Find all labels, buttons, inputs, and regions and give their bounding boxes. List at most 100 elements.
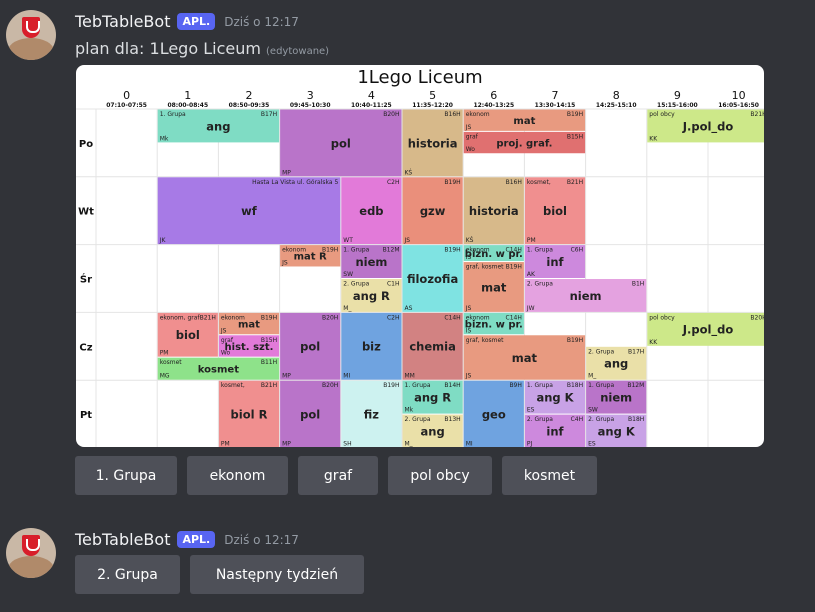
lesson-name: ang R — [414, 391, 451, 405]
lesson-teacher: PM — [160, 350, 169, 357]
lesson-room: B1H — [632, 281, 644, 288]
day-label: Cz — [79, 342, 92, 353]
lesson-group: ekonom — [466, 247, 490, 254]
lesson-name: ang K — [536, 391, 574, 405]
lesson-teacher: JS — [404, 237, 411, 244]
lesson-room: Hasta La Vista ul. Góralska 5 — [252, 179, 338, 186]
lesson-name: gzw — [420, 204, 446, 218]
lesson-room: B21H — [750, 111, 764, 118]
lesson-group: ekonom — [221, 314, 245, 321]
lesson-room: B19H — [261, 314, 277, 321]
lesson-teacher: M_ — [405, 441, 414, 448]
period-time: 11:35-12:20 — [412, 102, 453, 109]
bot-avatar[interactable] — [6, 10, 56, 60]
lesson-room: B19H — [567, 337, 583, 344]
lesson-name: J.pol_do — [682, 323, 734, 338]
timestamp[interactable]: Dziś o 12:17 — [224, 15, 299, 29]
lesson-room: C1H — [387, 281, 400, 288]
lesson-teacher: KŚ — [405, 169, 413, 176]
lesson-room: B20H — [322, 382, 338, 389]
bot-avatar[interactable] — [6, 528, 56, 578]
graf-button[interactable]: graf — [298, 456, 378, 495]
lesson-group: kosmet, — [221, 382, 245, 389]
lesson-teacher: IS — [466, 254, 472, 261]
lesson-group: ekonom — [466, 314, 490, 321]
lesson-room: B14H — [444, 382, 460, 389]
day-label: Śr — [80, 273, 92, 286]
lesson-name: pol — [331, 136, 351, 150]
period-time: 09:45-10:30 — [290, 102, 331, 109]
group-2-button[interactable]: 2. Grupa — [75, 555, 180, 594]
lesson-name: ang R — [353, 289, 390, 303]
lesson-name: biol — [176, 328, 200, 342]
lesson-name: biol R — [231, 407, 268, 421]
lesson-room: C2H — [387, 314, 400, 321]
lesson-teacher: MI — [343, 373, 350, 380]
lesson-room: B19H — [383, 382, 399, 389]
lesson-group: ekonom — [466, 111, 490, 118]
lesson-group: 2. Grupa — [405, 416, 431, 423]
lesson-room: B20H — [383, 111, 399, 118]
lesson-teacher: M_ — [588, 373, 597, 380]
lesson-group: 2. Grupa — [588, 416, 614, 423]
app-badge: APL. — [177, 531, 216, 548]
lesson-room: B12M — [383, 247, 400, 254]
ekonom-button[interactable]: ekonom — [187, 456, 288, 495]
lesson-teacher: JS — [220, 327, 227, 334]
lesson-room: B9H — [509, 382, 521, 389]
group-1-button[interactable]: 1. Grupa — [75, 456, 177, 495]
day-label: Wt — [78, 207, 94, 218]
lesson-room: B20H — [750, 314, 764, 321]
lesson-name: mat — [481, 280, 507, 294]
lesson-name: chemia — [409, 340, 456, 354]
lesson-room: B17H — [261, 111, 277, 118]
pol-obcy-button[interactable]: pol obcy — [388, 456, 492, 495]
lesson-name: biol — [543, 204, 567, 218]
lesson-room: B21H — [200, 314, 216, 321]
lesson-teacher: KŚ — [466, 237, 474, 244]
author-name[interactable]: TebTableBot — [75, 530, 170, 549]
timetable-image[interactable]: 1Lego Liceum 0 07:10-07:55 1 08:00-08:45 2 08:… — [76, 65, 764, 447]
lesson-group: 2. Grupa — [527, 416, 553, 423]
message-text: plan dla: 1Lego Liceum — [75, 39, 261, 58]
message-header: TebTableBot APL. Dziś o 12:17 — [75, 12, 299, 31]
lesson-room: B17H — [628, 348, 644, 355]
lesson-teacher: MI — [466, 441, 473, 448]
lesson-room: B15H — [261, 337, 277, 344]
lesson-name: inf — [546, 424, 564, 438]
lesson-group: graf — [466, 133, 479, 140]
lesson-name: pol — [300, 407, 320, 421]
button-row-1: 1. Grupa ekonom graf pol obcy kosmet — [75, 456, 597, 495]
lesson-room: B18H — [628, 416, 644, 423]
lesson-room: B16H — [444, 111, 460, 118]
lesson-group: graf — [221, 337, 234, 344]
period-number: 10 — [732, 89, 746, 102]
day-label: Pt — [80, 410, 92, 421]
period-time: 16:05-16:50 — [718, 102, 759, 109]
lesson-teacher: JS — [465, 305, 472, 312]
shield-logo-icon — [22, 17, 40, 38]
lesson-name: mat — [513, 116, 535, 127]
lesson-teacher: MG — [160, 373, 170, 380]
lesson-group: pol obcy — [649, 314, 675, 321]
author-name[interactable]: TebTableBot — [75, 12, 170, 31]
lesson-room: B12M — [627, 382, 644, 389]
lesson-name: kosmet — [198, 364, 239, 375]
lesson-room: B19H — [444, 247, 460, 254]
period-time: 07:10-07:55 — [106, 102, 147, 109]
timetable-svg: 1Lego Liceum 007:10-07:55 108:00-08:45 208:… — [76, 67, 764, 448]
kosmet-button[interactable]: kosmet — [502, 456, 597, 495]
timestamp[interactable]: Dziś o 12:17 — [224, 533, 299, 547]
lesson-name: historia — [469, 204, 519, 218]
lesson-group: kosmet, — [527, 179, 551, 186]
period-time: 12:40-13:25 — [473, 102, 514, 109]
lesson-room: C4H — [571, 416, 584, 423]
lesson-teacher: JS — [281, 259, 288, 266]
button-row-2: 2. Grupa Następny tydzień — [75, 555, 364, 594]
lesson-room: B19H — [506, 264, 522, 271]
next-week-button[interactable]: Następny tydzień — [190, 555, 364, 594]
lesson-group: 1. Grupa — [527, 247, 553, 254]
lesson-group: 2. Grupa — [588, 348, 614, 355]
lesson-room: B18H — [567, 382, 583, 389]
lesson-teacher: Wo — [466, 146, 476, 153]
